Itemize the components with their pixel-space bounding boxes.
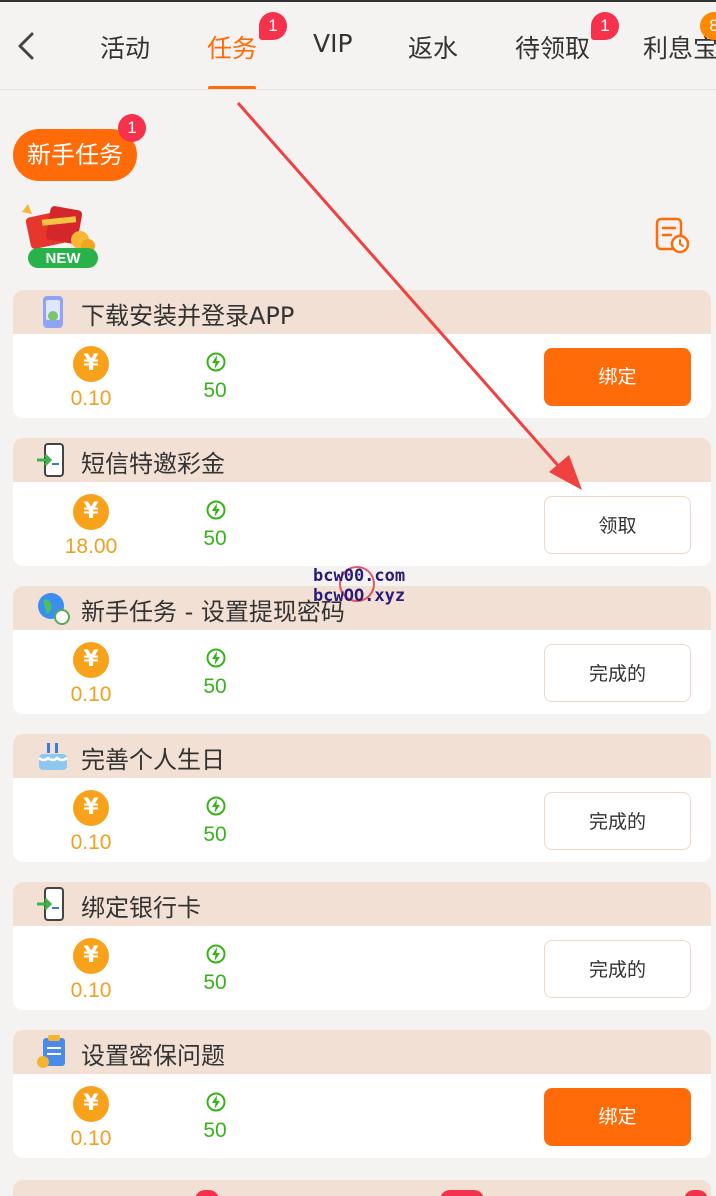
task-history-icon[interactable]	[654, 216, 690, 254]
task-title: 下载安装并登录APP	[81, 302, 295, 330]
next-card-header-partial	[13, 1180, 711, 1196]
task-points: 50	[203, 527, 227, 550]
task-title: 绑定银行卡	[81, 894, 201, 922]
nav-badge-partial	[440, 1190, 484, 1196]
new-gift-icon: NEW	[22, 204, 98, 268]
lightning-icon	[206, 500, 226, 520]
lightning-icon	[206, 648, 226, 668]
tab-tasks[interactable]: 任务	[207, 29, 257, 65]
task-reward-amount: 0.10	[70, 979, 112, 1002]
task-bind-button[interactable]: 绑定	[544, 1088, 691, 1146]
task-reward-amount: 0.10	[70, 387, 112, 410]
task-reward-amount: 0.10	[70, 683, 112, 706]
sms-phone-icon	[37, 443, 64, 477]
task-card: 短信特邀彩金 ¥ 18.00 50 领取	[13, 438, 711, 566]
task-card-header: 设置密保问题	[13, 1030, 711, 1074]
task-card-header: 绑定银行卡	[13, 882, 711, 926]
tab-pending[interactable]: 待领取	[515, 29, 590, 65]
coin-icon: ¥	[73, 1086, 109, 1122]
task-reward-amount: 0.10	[70, 1127, 112, 1150]
task-points: 50	[203, 379, 227, 402]
task-card-header: 完善个人生日	[13, 734, 711, 778]
task-title: 完善个人生日	[81, 746, 225, 774]
tab-pending-badge: 1	[591, 12, 619, 40]
task-completed-button[interactable]: 完成的	[544, 940, 691, 998]
phone-card-icon	[37, 887, 64, 921]
clipboard-lock-icon	[37, 1035, 65, 1068]
newbie-tasks-badge: 1	[118, 114, 146, 142]
task-title: 新手任务 - 设置提现密码	[81, 598, 345, 626]
new-label: NEW	[46, 250, 82, 267]
task-card-header: 下载安装并登录APP	[13, 290, 711, 334]
task-card: 设置密保问题 ¥ 0.10 50 绑定	[13, 1030, 711, 1158]
phone-app-icon	[43, 296, 63, 328]
back-arrow-icon[interactable]	[10, 28, 42, 64]
watermark: bcw00.com bcwOO.xyz	[313, 566, 405, 606]
tab-bar: 活动 任务 1 VIP 返水 待领取 1 利息宝 8	[0, 2, 716, 90]
task-claim-button[interactable]: 领取	[544, 496, 691, 554]
task-points: 50	[203, 971, 227, 994]
watermark-line-1: bcw00.com	[313, 566, 406, 586]
newbie-tasks-pill[interactable]: 新手任务	[13, 129, 137, 181]
task-reward-amount: 0.10	[70, 831, 112, 854]
task-card: 下载安装并登录APP ¥ 0.10 50 绑定	[13, 290, 711, 418]
tab-activities[interactable]: 活动	[100, 29, 150, 65]
birthday-cake-icon	[38, 743, 68, 770]
task-points: 50	[203, 1119, 227, 1142]
coin-icon: ¥	[73, 938, 109, 974]
task-bind-button[interactable]: 绑定	[544, 348, 691, 406]
watermark-line-2: bcwOO.xyz	[313, 586, 406, 606]
coin-icon: ¥	[73, 642, 109, 678]
tab-vip[interactable]: VIP	[313, 29, 353, 58]
lightning-icon	[206, 1092, 226, 1112]
lightning-icon	[206, 796, 226, 816]
tab-rebate[interactable]: 返水	[408, 29, 458, 65]
task-title: 短信特邀彩金	[81, 450, 225, 478]
task-completed-button[interactable]: 完成的	[544, 644, 691, 702]
task-points: 50	[203, 675, 227, 698]
lightning-icon	[206, 944, 226, 964]
task-card: 完善个人生日 ¥ 0.10 50 完成的	[13, 734, 711, 862]
coin-icon: ¥	[73, 494, 109, 530]
task-reward-amount: 18.00	[64, 535, 118, 558]
coin-icon: ¥	[73, 346, 109, 382]
tab-tasks-badge: 1	[259, 12, 287, 40]
coin-icon: ¥	[73, 790, 109, 826]
task-card-header: 短信特邀彩金	[13, 438, 711, 482]
active-tab-indicator	[208, 86, 256, 89]
task-card: 绑定银行卡 ¥ 0.10 50 完成的	[13, 882, 711, 1010]
task-completed-button[interactable]: 完成的	[544, 792, 691, 850]
lightning-icon	[206, 352, 226, 372]
globe-link-icon	[38, 593, 70, 625]
task-title: 设置密保问题	[81, 1042, 225, 1070]
task-points: 50	[203, 823, 227, 846]
